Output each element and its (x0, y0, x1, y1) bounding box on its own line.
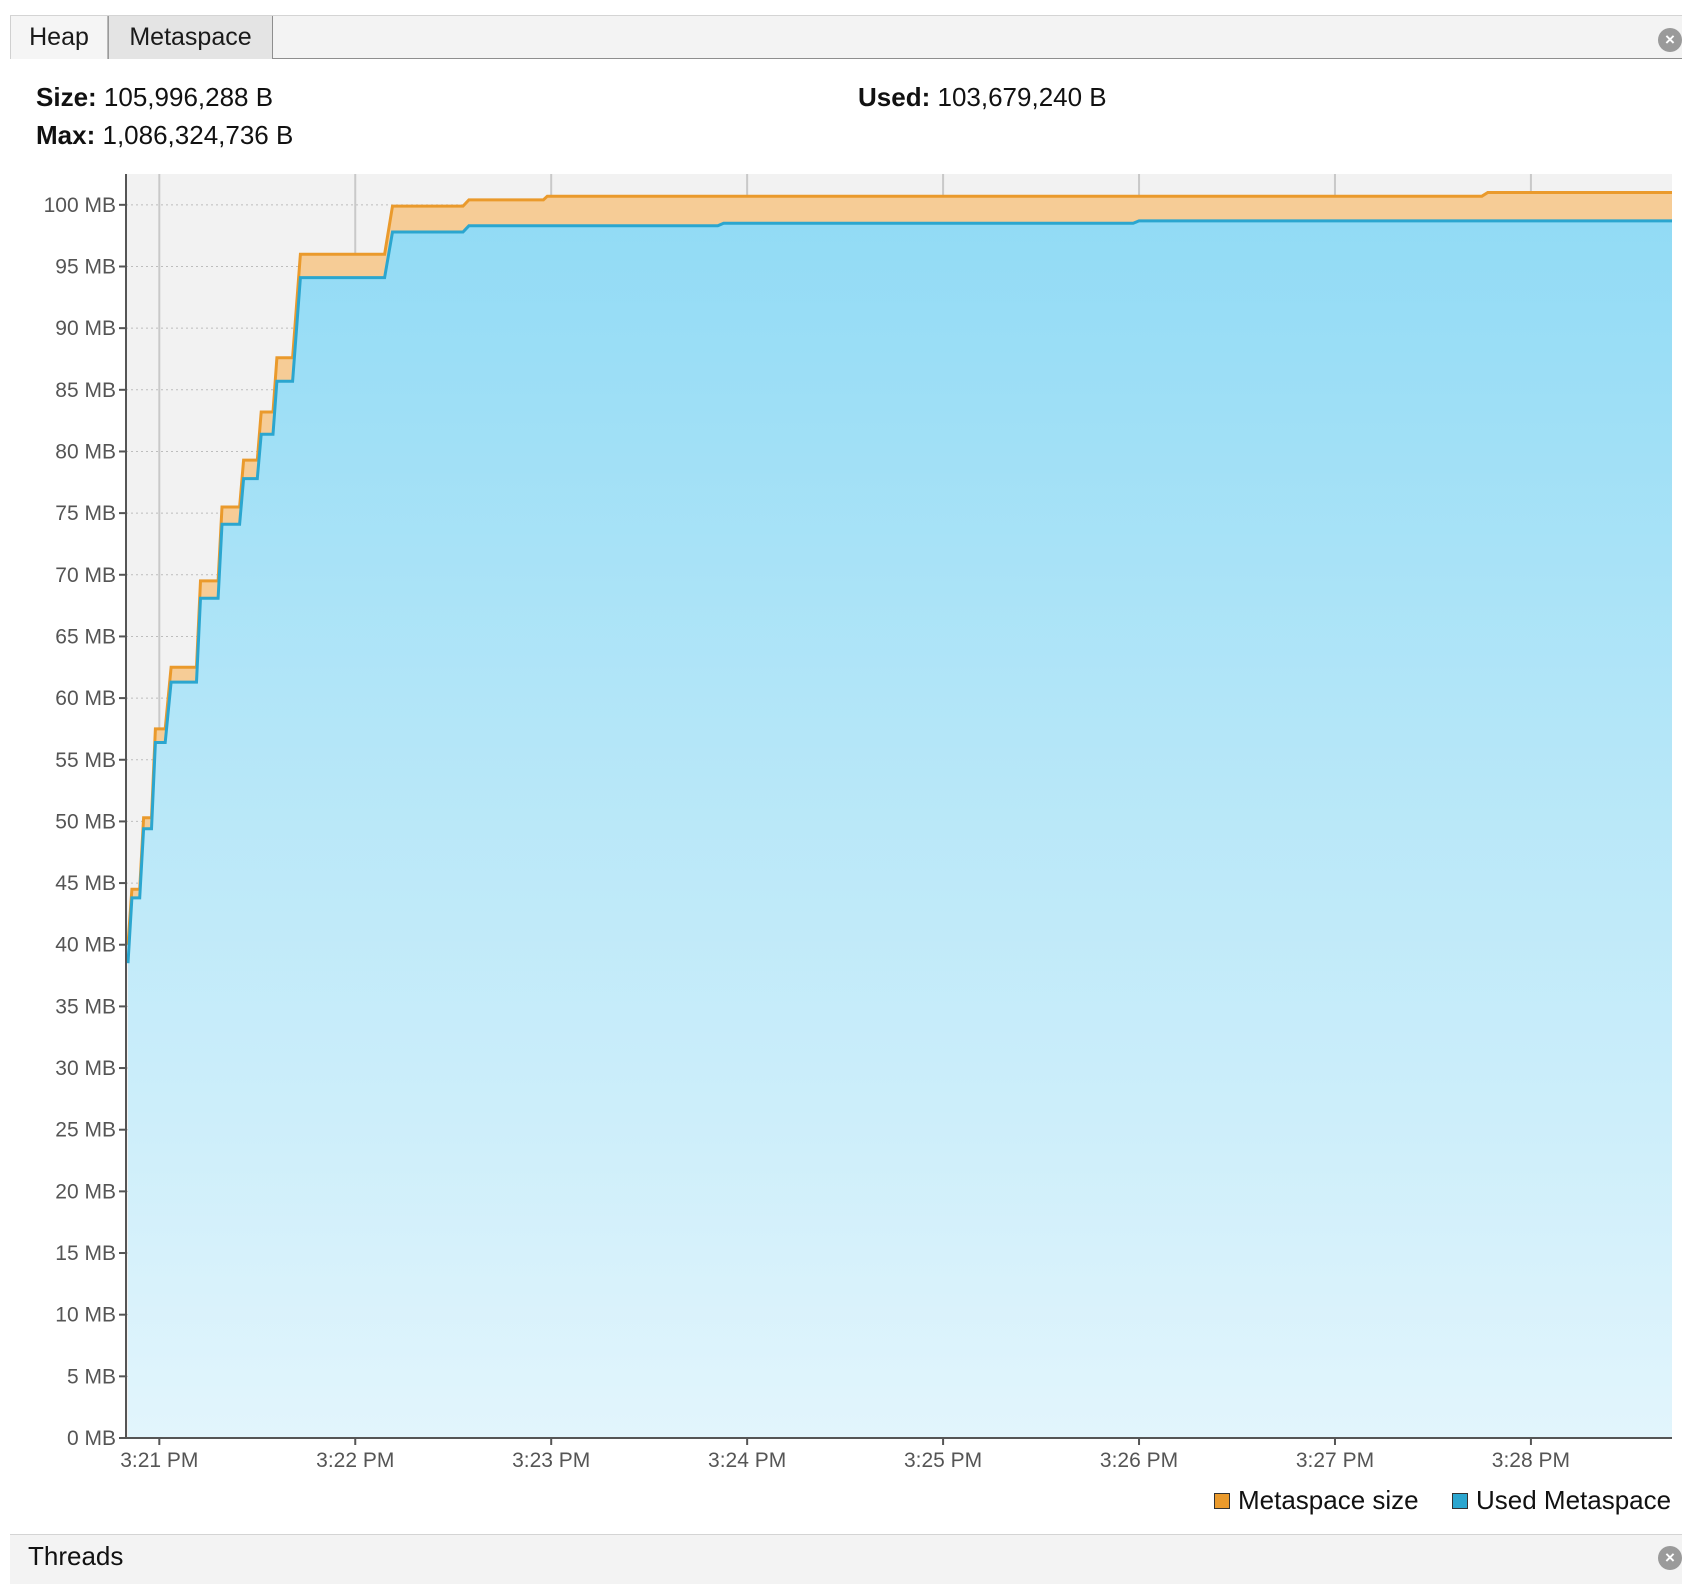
y-axis-ticks: 0 MB 5 MB 10 MB 15 MB 20 MB 25 MB 30 MB 35 MB 40… (44, 194, 126, 1450)
y-tick-label: 75 MB (55, 502, 116, 525)
legend-label-used-metaspace: Used Metaspace (1476, 1485, 1672, 1515)
y-tick-label: 95 MB (55, 255, 116, 278)
y-tick-label: 90 MB (55, 317, 116, 340)
x-tick-label: 3:21 PM (120, 1449, 198, 1472)
y-tick-label: 40 MB (55, 934, 116, 957)
y-tick-label: 20 MB (55, 1180, 116, 1203)
y-tick-label: 70 MB (55, 564, 116, 587)
close-icon[interactable]: × (1658, 1546, 1682, 1570)
x-tick-label: 3:27 PM (1296, 1449, 1374, 1472)
y-tick-label: 0 MB (67, 1427, 116, 1450)
x-tick-label: 3:28 PM (1492, 1449, 1570, 1472)
x-tick-label: 3:22 PM (316, 1449, 394, 1472)
x-tick-label: 3:24 PM (708, 1449, 786, 1472)
y-tick-label: 45 MB (55, 872, 116, 895)
metaspace-chart: 0 MB 5 MB 10 MB 15 MB 20 MB 25 MB 30 MB 35 MB 40… (44, 174, 1672, 1472)
y-tick-label: 35 MB (55, 995, 116, 1018)
metaspace-monitor-window: Heap Metaspace × Size: 105,996,288 B Max… (0, 0, 1682, 1584)
y-tick-label: 30 MB (55, 1057, 116, 1080)
y-tick-label: 50 MB (55, 810, 116, 833)
y-tick-label: 65 MB (55, 625, 116, 648)
used-metaspace-area (128, 220, 1672, 1438)
x-tick-label: 3:23 PM (512, 1449, 590, 1472)
legend-label-metaspace-size: Metaspace size (1238, 1485, 1419, 1515)
used-metaspace-swatch (1452, 1492, 1468, 1509)
legend-item-used-metaspace: Used Metaspace (1452, 1485, 1671, 1516)
y-tick-label: 55 MB (55, 749, 116, 772)
y-tick-label: 60 MB (55, 687, 116, 710)
x-tick-label: 3:25 PM (904, 1449, 982, 1472)
x-axis-ticks: 3:21 PM 3:22 PM 3:23 PM 3:24 PM 3:25 PM 3:26 … (120, 1438, 1570, 1472)
y-tick-label: 5 MB (67, 1365, 116, 1388)
y-tick-label: 85 MB (55, 379, 116, 402)
y-tick-label: 15 MB (55, 1242, 116, 1265)
y-tick-label: 80 MB (55, 440, 116, 463)
y-tick-label: 100 MB (44, 194, 116, 217)
threads-panel-header[interactable]: Threads (10, 1534, 1682, 1584)
y-tick-label: 10 MB (55, 1304, 116, 1327)
threads-title: Threads (28, 1541, 124, 1571)
x-tick-label: 3:26 PM (1100, 1449, 1178, 1472)
y-tick-label: 25 MB (55, 1119, 116, 1142)
metaspace-size-swatch (1214, 1492, 1230, 1509)
legend-item-metaspace-size: Metaspace size (1214, 1485, 1419, 1516)
